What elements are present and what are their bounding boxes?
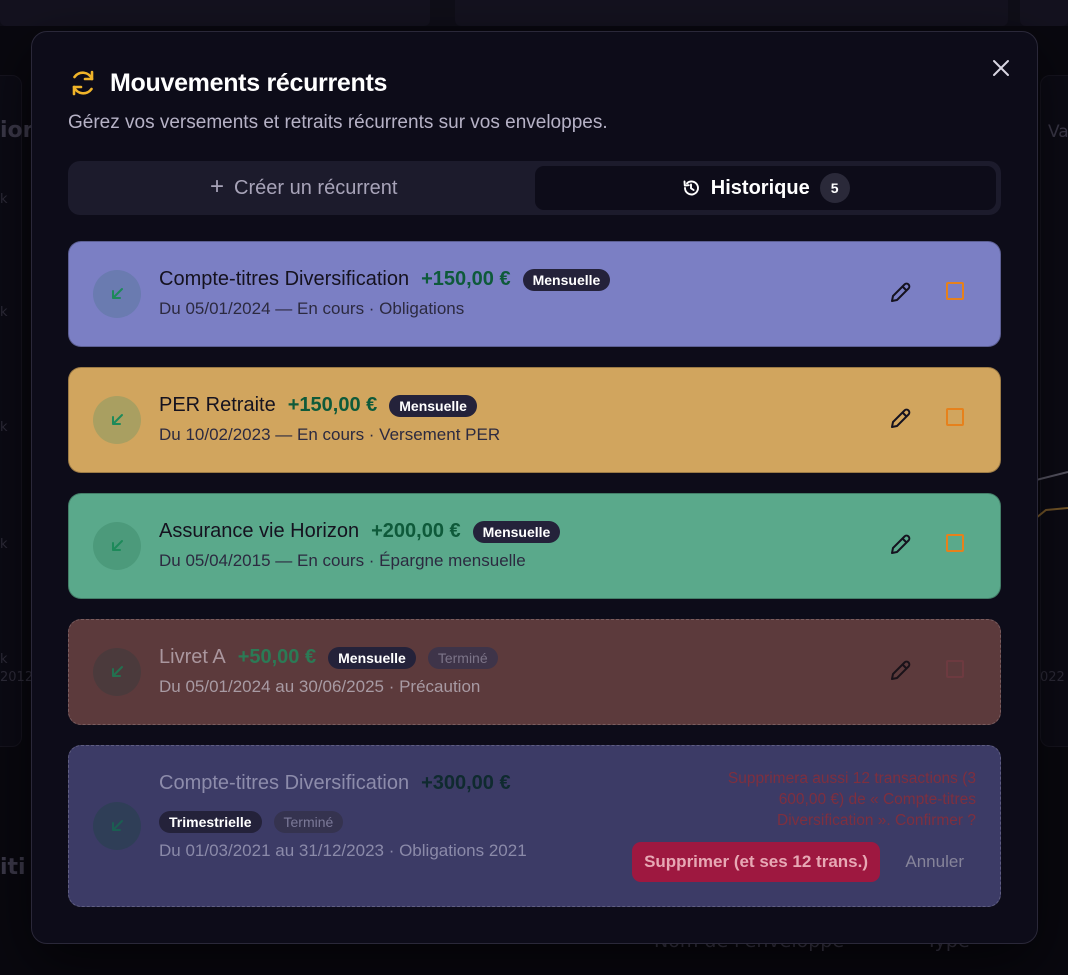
recurring-item: PER Retraite +150,00 € Mensuelle Du 10/0…: [68, 367, 1001, 473]
account-name: Assurance vie Horizon: [159, 520, 360, 542]
item-details: Du 05/04/2015 — En cours · Épargne mensu…: [159, 551, 526, 570]
tab-create-recurring[interactable]: + Créer un récurrent: [73, 166, 535, 210]
recurring-movements-dialog: Mouvements récurrents Gérez vos versemen…: [31, 31, 1038, 944]
arrow-down-left-icon: [112, 540, 123, 551]
deposit-avatar: [93, 802, 141, 850]
cancel-delete-button[interactable]: Annuler: [905, 842, 964, 882]
confirm-delete-button[interactable]: Supprimer (et ses 12 trans.): [632, 842, 880, 882]
delete-confirm-message: Supprimera aussi 12 transactions (3 600,…: [727, 770, 976, 829]
app-legend-fragment: Va: [1048, 122, 1068, 142]
tab-bar: + Créer un récurrent Historique 5: [68, 161, 1001, 215]
edit-button[interactable]: [886, 279, 914, 307]
item-details: Du 05/01/2024 — En cours · Obligations: [159, 299, 465, 318]
arrow-down-left-icon: [112, 820, 123, 831]
delete-checkbox[interactable]: [946, 660, 964, 678]
arrow-down-left-icon: [112, 288, 123, 299]
edit-button[interactable]: [886, 531, 914, 559]
edit-button[interactable]: [886, 657, 914, 685]
item-details: Du 01/03/2021 au 31/12/2023 · Obligation…: [159, 841, 527, 860]
account-name: PER Retraite: [159, 394, 276, 416]
close-button[interactable]: [989, 56, 1013, 80]
amount: +50,00 €: [237, 646, 317, 668]
item-details: Du 10/02/2023 — En cours · Versement PER: [159, 425, 501, 444]
dialog-header: Mouvements récurrents: [68, 68, 387, 98]
frequency-badge: Mensuelle: [472, 520, 561, 543]
delete-checkbox[interactable]: [946, 534, 964, 552]
status-badge: Terminé: [427, 646, 498, 669]
arrow-down-left-icon: [112, 666, 123, 677]
tab-create-label: Créer un récurrent: [234, 176, 398, 199]
app-chart-panel: [0, 75, 22, 747]
status-badge: Terminé: [273, 811, 344, 833]
app-topbar: [0, 0, 1068, 26]
app-chart-panel-right: [1040, 75, 1068, 747]
history-icon: [683, 180, 699, 196]
item-details: Du 05/01/2024 au 30/06/2025 · Précaution: [159, 677, 481, 696]
frequency-badge: Mensuelle: [522, 268, 611, 291]
recurring-item-ended: Compte-titres Diversification +300,00 € …: [68, 745, 1001, 907]
amount: +150,00 €: [421, 268, 511, 290]
recurring-item: Assurance vie Horizon +200,00 € Mensuell…: [68, 493, 1001, 599]
refresh-icon: [72, 70, 94, 96]
frequency-badge: Mensuelle: [389, 394, 477, 417]
app-chart-line: [1036, 471, 1068, 519]
close-icon: [993, 60, 1009, 76]
recurring-item: Compte-titres Diversification +150,00 € …: [68, 241, 1001, 347]
account-name: Livret A: [159, 646, 226, 668]
edit-button[interactable]: [886, 405, 914, 433]
account-name: Compte-titres Diversification: [159, 772, 410, 794]
amount: +300,00 €: [421, 772, 511, 794]
dialog-title: Mouvements récurrents: [110, 68, 388, 97]
plus-icon: +: [210, 173, 225, 200]
app-section-fragment: iti: [0, 855, 26, 880]
arrow-down-left-icon: [112, 414, 123, 425]
deposit-avatar: [93, 648, 141, 696]
tab-history[interactable]: Historique 5: [534, 166, 996, 210]
frequency-badge: Trimestrielle: [159, 811, 262, 833]
delete-checkbox[interactable]: [946, 282, 964, 300]
delete-checkbox[interactable]: [946, 408, 964, 426]
deposit-avatar: [93, 396, 141, 444]
account-name: Compte-titres Diversification: [159, 268, 410, 290]
frequency-badge: Mensuelle: [328, 646, 416, 669]
tab-history-label: Historique: [710, 176, 810, 199]
deposit-avatar: [93, 270, 141, 318]
deposit-avatar: [93, 522, 141, 570]
dialog-subtitle: Gérez vos versements et retraits récurre…: [68, 112, 608, 133]
history-count-badge: 5: [819, 173, 850, 203]
amount: +150,00 €: [287, 394, 378, 416]
recurring-item-ended: Livret A +50,00 € Mensuelle Terminé Du 0…: [68, 619, 1001, 725]
amount: +200,00 €: [371, 520, 461, 542]
